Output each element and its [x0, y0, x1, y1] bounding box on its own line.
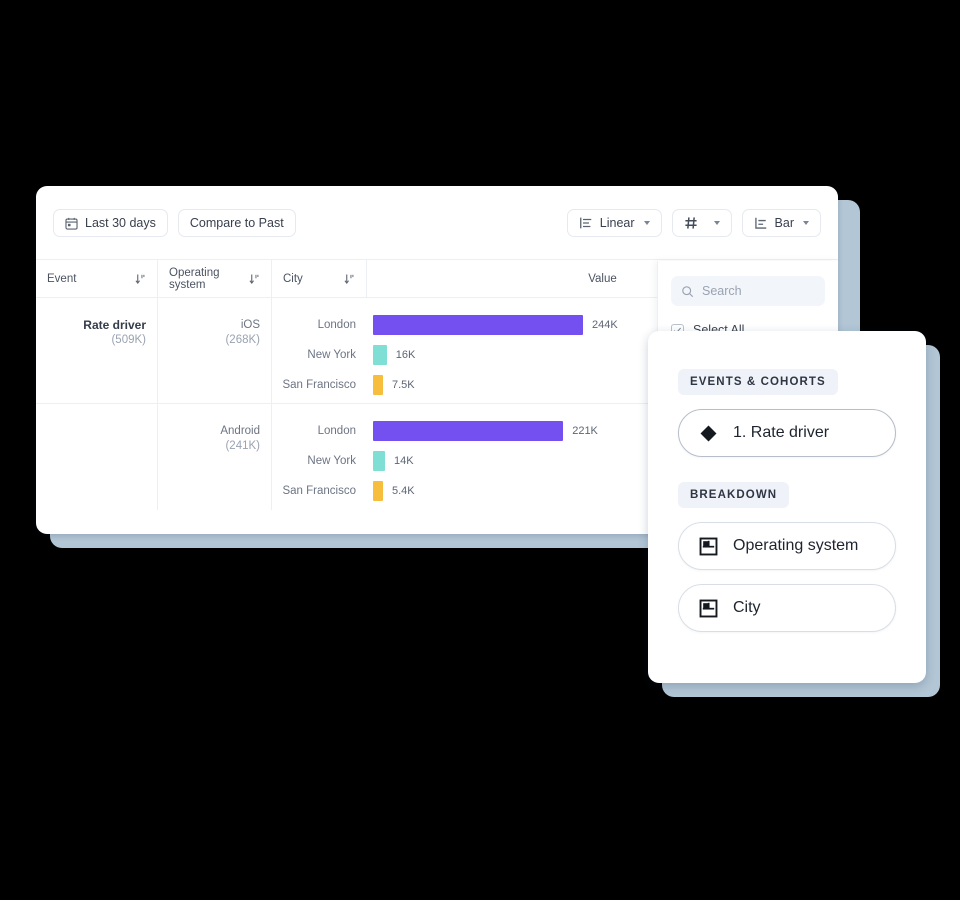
- search-input[interactable]: Search: [671, 276, 825, 306]
- compare-to-past-label: Compare to Past: [189, 216, 284, 230]
- column-header-city[interactable]: City: [272, 260, 367, 297]
- breakdown-chip-label: City: [733, 599, 761, 616]
- column-header-operating-system[interactable]: Operating system: [158, 260, 272, 297]
- cell-operating-system: Android (241K): [158, 404, 272, 510]
- grid-view-dropdown[interactable]: [671, 209, 732, 237]
- search-placeholder: Search: [702, 284, 742, 298]
- cell-event: [36, 404, 158, 510]
- cell-city: London New York San Francisco: [272, 298, 367, 403]
- grid-icon: [684, 216, 698, 230]
- search-icon: [681, 285, 694, 298]
- cell-city: London New York San Francisco: [272, 404, 367, 510]
- city-label: New York: [307, 455, 356, 467]
- events-section-title: EVENTS & COHORTS: [678, 369, 838, 395]
- breakdown-chip-city[interactable]: City: [678, 584, 896, 632]
- axis-scale-icon: [579, 216, 593, 230]
- date-range-label: Last 30 days: [85, 216, 156, 230]
- column-header-operating-system-label: Operating system: [169, 266, 220, 291]
- breakdown-chip-list: Operating system City: [678, 522, 896, 632]
- property-icon: [699, 599, 718, 618]
- value-bar[interactable]: [373, 481, 383, 501]
- city-label: San Francisco: [282, 485, 356, 497]
- value-bar[interactable]: [373, 451, 386, 471]
- chart-type-label: Bar: [774, 216, 794, 230]
- city-label: New York: [307, 349, 356, 361]
- scale-type-dropdown[interactable]: Linear: [566, 209, 662, 237]
- cell-event: Rate driver (509K): [36, 298, 158, 403]
- value-label: 221K: [572, 425, 598, 437]
- value-label: 16K: [395, 349, 416, 361]
- toolbar-left-group: Last 30 days Compare to Past: [53, 209, 296, 237]
- sort-icon[interactable]: [248, 273, 260, 285]
- cell-operating-system: iOS (268K): [158, 298, 272, 403]
- value-bar[interactable]: [373, 345, 387, 365]
- chevron-down-icon: [643, 221, 650, 225]
- operating-system-total: (241K): [225, 440, 260, 452]
- chevron-down-icon: [713, 221, 720, 225]
- value-label: 7.5K: [392, 379, 415, 391]
- diamond-icon: [699, 424, 718, 443]
- value-bar[interactable]: [373, 375, 383, 395]
- value-label: 244K: [592, 319, 618, 331]
- scale-type-label: Linear: [599, 216, 635, 230]
- value-label: 14K: [394, 455, 414, 467]
- event-name: Rate driver: [83, 318, 146, 332]
- column-header-event-label: Event: [47, 272, 77, 285]
- column-header-city-label: City: [283, 272, 303, 285]
- value-bar[interactable]: [373, 315, 583, 335]
- city-label: London: [317, 425, 356, 437]
- calendar-icon: [65, 217, 78, 230]
- chart-toolbar: Last 30 days Compare to Past Linear Bar: [36, 186, 838, 260]
- column-header-event[interactable]: Event: [36, 260, 158, 297]
- operating-system-name: Android: [220, 425, 260, 437]
- event-chip-rate-driver[interactable]: 1. Rate driver: [678, 409, 896, 457]
- value-label: 5.4K: [392, 485, 415, 497]
- breakdown-chip-operating-system[interactable]: Operating system: [678, 522, 896, 570]
- bar-chart-icon: [754, 216, 768, 230]
- event-total: (509K): [111, 334, 146, 346]
- event-chip-label: 1. Rate driver: [733, 424, 830, 441]
- city-label: San Francisco: [282, 379, 356, 391]
- city-label: London: [317, 319, 356, 331]
- compare-to-past-button[interactable]: Compare to Past: [177, 209, 296, 237]
- chart-type-dropdown[interactable]: Bar: [741, 209, 821, 237]
- sort-icon[interactable]: [134, 273, 146, 285]
- breakdown-chip-label: Operating system: [733, 537, 859, 554]
- column-header-value-label: Value: [588, 272, 617, 285]
- value-bar[interactable]: [373, 421, 564, 441]
- breakdown-section-title: BREAKDOWN: [678, 482, 790, 508]
- chevron-down-icon: [803, 221, 809, 225]
- property-icon: [699, 537, 718, 556]
- query-builder-panel: EVENTS & COHORTS 1. Rate driver BREAKDOW…: [648, 331, 926, 683]
- sort-icon[interactable]: [343, 273, 355, 285]
- operating-system-name: iOS: [240, 319, 260, 331]
- date-range-button[interactable]: Last 30 days: [53, 209, 168, 237]
- toolbar-right-group: Linear Bar: [566, 209, 821, 237]
- operating-system-total: (268K): [225, 334, 260, 346]
